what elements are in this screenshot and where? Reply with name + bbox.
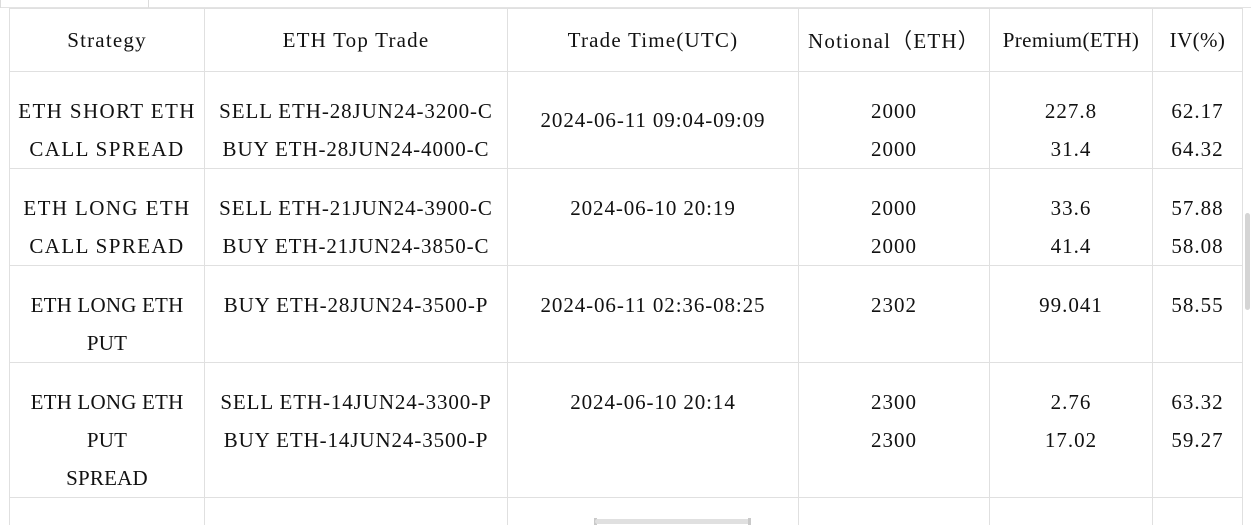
premium-value: 31.4 [1050,137,1092,161]
iv-value: 58.55 [1171,293,1224,317]
clipped-row-above [0,0,1251,8]
strategy-line: CALL SPREAD [29,137,185,161]
header-row: Strategy ETH Top Trade Trade Time(UTC) N… [9,8,1243,72]
cell-trade-time: 2024-06-10 20:19 [507,168,799,266]
table-body: ETH SHORT ETH CALL SPREAD SELL ETH-28JUN… [9,71,1243,525]
trade-leg: SELL ETH-21JUN24-3900-C [219,196,493,220]
premium-value: 227.8 [1044,99,1098,123]
ghost-border-inner [148,0,149,8]
ghost-border-left [0,0,1,8]
cell-iv: 58.55 [1152,265,1243,363]
iv-value: 62.17 [1171,99,1224,123]
notional-value: 2300 [871,390,917,414]
cell-top-trade: BUY ETH-28JUN24-3500-P [204,265,508,363]
strategy-line: SPREAD [66,466,148,490]
strategy-line: ETH SHORT ETH [18,99,196,123]
premium-value: 41.4 [1050,234,1092,258]
cell-premium: 227.8 31.4 [989,71,1153,169]
trade-time-value: 2024-06-10 20:19 [570,196,736,220]
horizontal-scrollbar-thumb[interactable] [595,519,750,524]
table-viewport: Strategy ETH Top Trade Trade Time(UTC) N… [0,0,1251,525]
trade-leg: SELL ETH-14JUN24-3300-P [220,390,492,414]
table-header: Strategy ETH Top Trade Trade Time(UTC) N… [9,8,1243,72]
premium-value: 2.76 [1050,390,1092,414]
cell-strategy: ETH LONG ETH CALL SPREAD [9,168,205,266]
notional-value: 2000 [871,234,917,258]
notional-value: 2300 [871,428,917,452]
cell-iv: 63.32 59.27 [1152,362,1243,498]
cell-premium: 99.041 [989,265,1153,363]
horizontal-scrollbar-cap-right [748,518,751,525]
cell-strategy: ETH LONG ETH PUT [9,265,205,363]
vertical-scrollbar-thumb[interactable] [1245,213,1250,310]
notional-value: 2000 [871,196,917,220]
notional-value: 2302 [871,293,917,317]
column-header-top-trade: ETH Top Trade [204,8,508,72]
cell-trade-time: 2024-06-10 20:14 [507,362,799,498]
eth-top-trades-table: Strategy ETH Top Trade Trade Time(UTC) N… [9,8,1243,525]
column-header-trade-time: Trade Time(UTC) [507,8,799,72]
cell-iv: 57.88 58.08 [1152,168,1243,266]
cell-top-trade: SELL ETH-28JUN24-3200-C BUY ETH-28JUN24-… [204,71,508,169]
cell-iv: 62.17 64.32 [1152,71,1243,169]
strategy-line: ETH LONG ETH [23,196,191,220]
iv-value: 64.32 [1171,137,1224,161]
column-header-strategy: Strategy [9,8,205,72]
notional-value: 2000 [871,99,917,123]
cell-trade-time: 2024-06-11 09:04-09:09 [507,71,799,169]
table-row[interactable]: ETH LONG ETH PUT BUY ETH-28JUN24-3500-P … [9,265,1243,363]
cell-notional: 2000 2000 [798,71,990,169]
table-row[interactable]: ETH LONG ETH CALL SPREAD SELL ETH-21JUN2… [9,168,1243,266]
iv-value: 58.08 [1171,234,1224,258]
cell-notional: 2300 2300 [798,362,990,498]
trade-time-value: 2024-06-11 02:36-08:25 [540,293,766,317]
cell-strategy: ETH SHORT ETH CALL SPREAD [9,71,205,169]
vertical-scrollbar[interactable] [1244,8,1251,518]
trade-leg: BUY ETH-28JUN24-3500-P [223,293,489,317]
strategy-line: CALL SPREAD [29,234,185,258]
trade-time-value: 2024-06-10 20:14 [570,390,736,414]
cell-notional: 2000 2000 [798,168,990,266]
premium-value: 17.02 [1044,428,1098,452]
trade-leg: BUY ETH-28JUN24-4000-C [222,137,490,161]
iv-value: 59.27 [1171,428,1224,452]
horizontal-scrollbar[interactable] [0,518,1251,525]
strategy-line: ETH LONG ETH PUT [30,390,184,452]
trade-leg: BUY ETH-14JUN24-3500-P [223,428,489,452]
cell-strategy: ETH LONG ETH PUT SPREAD [9,362,205,498]
strategy-line: ETH LONG ETH PUT [30,293,184,355]
premium-value: 99.041 [1039,293,1103,317]
premium-value: 33.6 [1050,196,1092,220]
cell-notional: 2302 [798,265,990,363]
column-header-premium: Premium(ETH) [989,8,1153,72]
cell-trade-time: 2024-06-11 02:36-08:25 [507,265,799,363]
notional-value: 2000 [871,137,917,161]
trade-leg: SELL ETH-28JUN24-3200-C [219,99,493,123]
cell-top-trade: SELL ETH-21JUN24-3900-C BUY ETH-21JUN24-… [204,168,508,266]
iv-value: 63.32 [1171,390,1224,414]
column-header-iv: IV(%) [1152,8,1243,72]
table-row[interactable]: ETH LONG ETH PUT SPREAD SELL ETH-14JUN24… [9,362,1243,498]
cell-top-trade: SELL ETH-14JUN24-3300-P BUY ETH-14JUN24-… [204,362,508,498]
table-row[interactable]: ETH SHORT ETH CALL SPREAD SELL ETH-28JUN… [9,71,1243,169]
iv-value: 57.88 [1171,196,1224,220]
cell-premium: 2.76 17.02 [989,362,1153,498]
trade-leg: BUY ETH-21JUN24-3850-C [222,234,490,258]
column-header-notional: Notional（ETH） [798,8,990,72]
cell-premium: 33.6 41.4 [989,168,1153,266]
